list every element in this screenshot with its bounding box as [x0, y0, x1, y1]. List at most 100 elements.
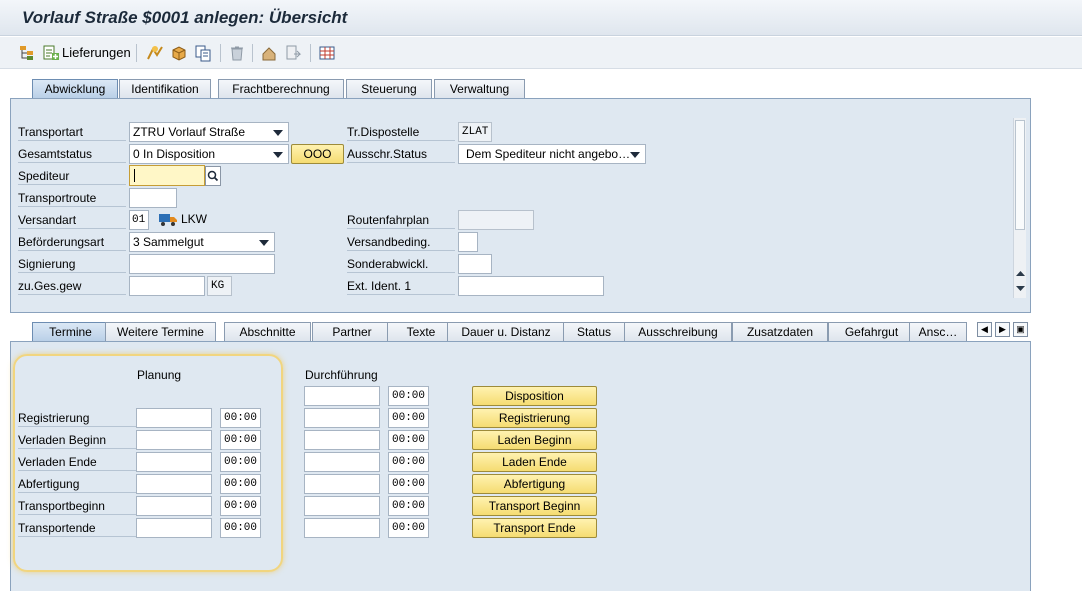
transport-ende-button[interactable]: Transport Ende — [472, 518, 597, 538]
sonderabwickl-label: Sonderabwickl. — [347, 255, 455, 273]
signierung-field[interactable] — [129, 254, 275, 274]
laden-beginn-button[interactable]: Laden Beginn — [472, 430, 597, 450]
registrierung-button[interactable]: Registrierung — [472, 408, 597, 428]
scroll-down-icon[interactable] — [1015, 284, 1026, 294]
exec-date-registrierung[interactable] — [304, 408, 380, 428]
row-label-abfertigung: Abfertigung — [18, 475, 136, 493]
scroll-up-icon[interactable] — [1015, 268, 1026, 278]
row-label-verladen-beginn: Verladen Beginn — [18, 431, 136, 449]
gesamtstatus-label: Gesamtstatus — [18, 145, 126, 163]
transportart-select[interactable]: ZTRU Vorlauf Straße — [129, 122, 289, 142]
plan-date-registrierung[interactable] — [136, 408, 212, 428]
exec-time-transportbeginn[interactable]: 00:00 — [388, 496, 429, 516]
transport-beginn-button[interactable]: Transport Beginn — [472, 496, 597, 516]
tab-scroll-right-button[interactable]: ▶ — [995, 322, 1010, 337]
planung-header: Planung — [137, 368, 182, 382]
spediteur-label: Spediteur — [18, 167, 126, 185]
exec-date-verladen-ende[interactable] — [304, 452, 380, 472]
tab-identifikation[interactable]: Identifikation — [119, 79, 211, 99]
plan-time-abfertigung[interactable]: 00:00 — [220, 474, 261, 494]
load-icon[interactable] — [260, 44, 278, 62]
ext-ident-label: Ext. Ident. 1 — [347, 277, 455, 295]
tab-abwicklung[interactable]: Abwicklung — [32, 79, 118, 100]
tab-status[interactable]: Status — [563, 322, 625, 342]
exec-time-abfertigung[interactable]: 00:00 — [388, 474, 429, 494]
tab-scroll-left-button[interactable]: ◀ — [977, 322, 992, 337]
deliveries-button[interactable]: Lieferungen — [62, 45, 131, 60]
status-display-button[interactable]: OOO — [291, 144, 344, 164]
abfertigung-button[interactable]: Abfertigung — [472, 474, 597, 494]
tab-frachtberechnung[interactable]: Frachtberechnung — [218, 79, 344, 99]
tab-gefahrgut[interactable]: Gefahrgut — [828, 322, 915, 342]
scrollbar-thumb[interactable] — [1015, 120, 1025, 230]
exec-date-verladen-beginn[interactable] — [304, 430, 380, 450]
toolbar-separator — [310, 44, 311, 62]
plan-time-transportbeginn[interactable]: 00:00 — [220, 496, 261, 516]
hierarchy-icon[interactable] — [18, 44, 36, 62]
spediteur-field[interactable] — [129, 165, 205, 186]
header-tabstrip: Abwicklung Identifikation Frachtberechnu… — [20, 79, 560, 100]
plan-time-transportende[interactable]: 00:00 — [220, 518, 261, 538]
tab-weitere-termine[interactable]: Weitere Termine — [105, 322, 216, 342]
durchfuehrung-header: Durchführung — [305, 368, 378, 382]
tab-verwaltung[interactable]: Verwaltung — [434, 79, 525, 99]
toolbar-separator — [252, 44, 253, 62]
document-arrow-icon[interactable] — [284, 44, 302, 62]
ausschr-status-select[interactable]: Dem Spediteur nicht angebo… — [458, 144, 646, 164]
laden-ende-button[interactable]: Laden Ende — [472, 452, 597, 472]
exec-time-verladen-beginn[interactable]: 00:00 — [388, 430, 429, 450]
gesamtstatus-select[interactable]: 0 In Disposition — [129, 144, 289, 164]
exec-time-registrierung[interactable]: 00:00 — [388, 408, 429, 428]
exec-time-verladen-ende[interactable]: 00:00 — [388, 452, 429, 472]
exec-date-transportbeginn[interactable] — [304, 496, 380, 516]
ext-ident-field[interactable] — [458, 276, 604, 296]
tab-partner[interactable]: Partner — [312, 322, 392, 342]
exec-time-transportende[interactable]: 00:00 — [388, 518, 429, 538]
row-label-transportende: Transportende — [18, 519, 136, 537]
versandbeding-field[interactable] — [458, 232, 478, 252]
toolbar-separator — [136, 44, 137, 62]
transportroute-label: Transportroute — [18, 189, 126, 207]
weight-unit-field: KG — [207, 276, 232, 296]
exec-date-disposition[interactable] — [304, 386, 380, 406]
tr-dispostelle-field: ZLAT — [458, 122, 492, 142]
plan-date-verladen-ende[interactable] — [136, 452, 212, 472]
exec-time-disposition[interactable]: 00:00 — [388, 386, 429, 406]
header-scrollbar[interactable] — [1013, 118, 1026, 298]
route-icon[interactable] — [146, 44, 164, 62]
befoerderungsart-select[interactable]: 3 Sammelgut — [129, 232, 275, 252]
plan-date-transportende[interactable] — [136, 518, 212, 538]
exec-date-abfertigung[interactable] — [304, 474, 380, 494]
tab-ausschreibung[interactable]: Ausschreibung — [624, 322, 732, 342]
tab-zusatzdaten[interactable]: Zusatzdaten — [732, 322, 828, 342]
title-bar: Vorlauf Straße $0001 anlegen: Übersicht — [0, 0, 1082, 36]
transportroute-field[interactable] — [129, 188, 177, 208]
disposition-button[interactable]: Disposition — [472, 386, 597, 406]
plan-date-transportbeginn[interactable] — [136, 496, 212, 516]
versandart-field[interactable]: 01 — [129, 210, 149, 230]
package-icon[interactable] — [170, 44, 188, 62]
sonderabwickl-field[interactable] — [458, 254, 492, 274]
delete-icon[interactable] — [228, 44, 246, 62]
tab-texte[interactable]: Texte — [387, 322, 455, 342]
row-label-transportbeginn: Transportbeginn — [18, 497, 136, 515]
plan-time-verladen-beginn[interactable]: 00:00 — [220, 430, 261, 450]
tab-abschnitte[interactable]: Abschnitte — [224, 322, 311, 342]
tab-termine[interactable]: Termine — [32, 322, 109, 343]
text-cursor — [134, 169, 135, 182]
tab-anschluss[interactable]: Ansc… — [909, 322, 967, 342]
spediteur-search-button[interactable] — [205, 166, 221, 186]
plan-time-verladen-ende[interactable]: 00:00 — [220, 452, 261, 472]
zu-ges-gew-field[interactable] — [129, 276, 205, 296]
copy-document-icon[interactable] — [194, 44, 212, 62]
tab-steuerung[interactable]: Steuerung — [346, 79, 432, 99]
versandart-label: Versandart — [18, 211, 126, 229]
exec-date-transportende[interactable] — [304, 518, 380, 538]
tab-list-button[interactable]: ▣ — [1013, 322, 1028, 337]
plan-date-verladen-beginn[interactable] — [136, 430, 212, 450]
tab-dauer-distanz[interactable]: Dauer u. Distanz — [447, 322, 565, 342]
deliveries-icon[interactable] — [42, 44, 60, 62]
plan-date-abfertigung[interactable] — [136, 474, 212, 494]
grid-icon[interactable] — [318, 44, 336, 62]
plan-time-registrierung[interactable]: 00:00 — [220, 408, 261, 428]
